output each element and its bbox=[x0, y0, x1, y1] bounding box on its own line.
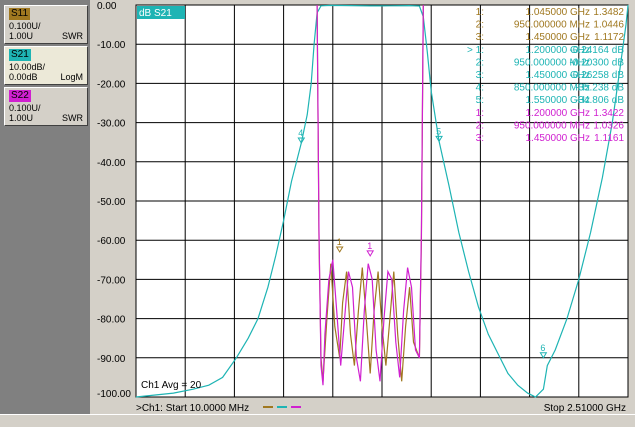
marker-readout-value: -34.806 dB bbox=[575, 95, 624, 106]
marker-label: 6 bbox=[540, 343, 545, 353]
trace-name-s11: S11 bbox=[9, 8, 31, 20]
marker-readout-value: 1.0446 bbox=[593, 20, 624, 31]
y-tick-label: -80.00 bbox=[97, 315, 126, 326]
plot-frame: 0.00 -10.00 -20.00 -30.00 -40.00 -50.00 -60.00… bbox=[92, 0, 633, 414]
trace-box-s22[interactable]: S22 0.100U/ 1.00U SWR bbox=[4, 87, 88, 126]
marker-readout-index: 1: bbox=[476, 108, 484, 119]
marker-readout-frequency: 1.200000 GHz bbox=[526, 108, 591, 119]
marker-readout-frequency: 1.450000 GHz bbox=[526, 133, 591, 144]
marker-readout-index: 3: bbox=[476, 133, 484, 144]
marker-readout-value: 1.0326 bbox=[593, 120, 624, 131]
y-tick-label: -20.00 bbox=[97, 79, 126, 90]
marker-readout-value: 1.1172 bbox=[594, 32, 624, 43]
y-tick-label: -50.00 bbox=[97, 197, 126, 208]
plot-chart[interactable]: 0.00 -10.00 -20.00 -30.00 -40.00 -50.00 -60.00… bbox=[92, 0, 633, 414]
marker-readout-frequency: 1.450000 GHz bbox=[526, 32, 591, 43]
y-tick-label: -40.00 bbox=[97, 158, 126, 169]
marker-readout-index: 4: bbox=[476, 83, 484, 94]
marker-readout-value: 1.1161 bbox=[594, 133, 624, 144]
marker-label: 1 bbox=[367, 241, 372, 251]
trace-sidebar: S11 0.100U/ 1.00U SWR S21 10.00dB/ 0.00d… bbox=[0, 0, 90, 414]
marker-readout-index: 3: bbox=[476, 70, 484, 81]
marker-readout-index: 2: bbox=[476, 57, 484, 68]
trace-ref-s22: 1.00U bbox=[9, 113, 34, 123]
marker-readout-index: > 1: bbox=[467, 45, 484, 56]
marker-readout-index: 2: bbox=[476, 20, 484, 31]
trace-format-s21: LogM bbox=[60, 72, 83, 82]
channel-average-label: Ch1 Avg = 20 bbox=[141, 380, 202, 391]
y-tick-label: 0.00 bbox=[97, 1, 117, 12]
trace-scale-s11: 0.100U/ bbox=[9, 21, 41, 31]
trace-scale-s21: 10.00dB/ bbox=[9, 62, 46, 72]
marker-readout-index: 1: bbox=[476, 7, 484, 18]
stop-frequency-label: Stop 2.51000 GHz bbox=[544, 403, 626, 414]
marker-readout-index: 2: bbox=[476, 120, 484, 131]
marker-readout-value: -0.20300 dB bbox=[570, 57, 625, 68]
trace-box-s11[interactable]: S11 0.100U/ 1.00U SWR bbox=[4, 5, 88, 44]
trace-name-s22: S22 bbox=[9, 90, 31, 102]
y-tick-label: -30.00 bbox=[97, 119, 126, 130]
trace-name-s21: S21 bbox=[9, 49, 31, 61]
marker-readout-frequency: 950.000000 MHz bbox=[514, 20, 590, 31]
trace-scale-s22: 0.100U/ bbox=[9, 103, 41, 113]
trace-ref-s11: 1.00U bbox=[9, 31, 34, 41]
marker-readout-frequency: 1.045000 GHz bbox=[526, 7, 591, 18]
marker-readout-index: 3: bbox=[476, 32, 484, 43]
trace-box-s21[interactable]: S21 10.00dB/ 0.00dB LogM bbox=[4, 46, 88, 85]
marker-readout-value: 1.3422 bbox=[593, 108, 624, 119]
trace-format-s22: SWR bbox=[62, 113, 83, 123]
y-tick-label: -100.00 bbox=[97, 389, 131, 400]
vna-window: S11 0.100U/ 1.00U SWR S21 10.00dB/ 0.00d… bbox=[0, 0, 635, 427]
marker-readout-value: -0.26258 dB bbox=[570, 70, 625, 81]
y-tick-label: -90.00 bbox=[97, 354, 126, 365]
marker-label: 5 bbox=[436, 126, 441, 136]
start-frequency-label: >Ch1: Start 10.0000 MHz bbox=[136, 403, 249, 414]
marker-readout-index: 5: bbox=[476, 95, 484, 106]
marker-readout-value: -0.24164 dB bbox=[570, 45, 625, 56]
status-bar bbox=[0, 414, 635, 427]
active-trace-label: dB S21 bbox=[139, 8, 172, 19]
y-tick-label: -10.00 bbox=[97, 40, 126, 51]
y-tick-label: -60.00 bbox=[97, 236, 126, 247]
marker-readout-value: -35.238 dB bbox=[575, 83, 624, 94]
marker-readout-value: 1.3482 bbox=[593, 7, 624, 18]
marker-label: 4 bbox=[298, 128, 303, 138]
trace-format-s11: SWR bbox=[62, 31, 83, 41]
trace-ref-s21: 0.00dB bbox=[9, 72, 38, 82]
marker-readout-frequency: 950.000000 MHz bbox=[514, 120, 590, 131]
y-tick-label: -70.00 bbox=[97, 275, 126, 286]
marker-label: 1 bbox=[337, 237, 342, 247]
